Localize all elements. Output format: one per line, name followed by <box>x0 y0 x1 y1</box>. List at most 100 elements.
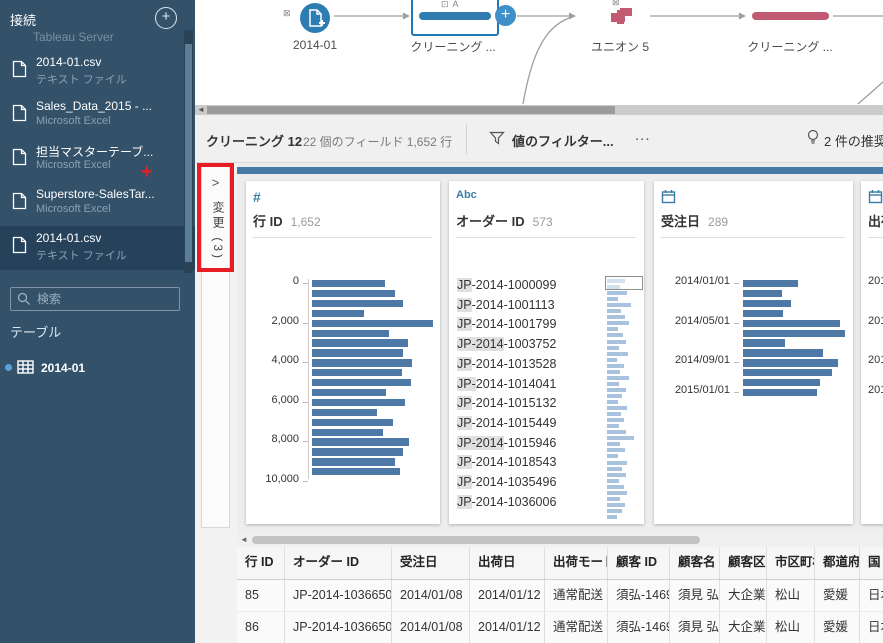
filter-values-button[interactable]: 値のフィルター... <box>512 131 614 150</box>
field-card-order-date[interactable]: 受注日 289 2014/01/01 2014/05/01 2014/09/01 201… <box>654 181 853 524</box>
mini-histogram-bar[interactable] <box>607 309 621 314</box>
connection-item[interactable]: 2014-01.csv テキスト ファイル <box>0 50 195 94</box>
mini-histogram-bar[interactable] <box>607 375 629 380</box>
add-step-button[interactable]: + <box>495 5 516 26</box>
more-options-button[interactable]: ... <box>635 127 651 144</box>
grid-header-cell[interactable]: 行 ID <box>237 547 285 579</box>
histogram-bar[interactable] <box>743 289 782 298</box>
grid-header-cell[interactable]: 国 <box>860 547 883 579</box>
union-step-icon[interactable] <box>611 6 635 26</box>
mini-histogram-bar[interactable] <box>607 508 622 513</box>
mini-histogram-bar[interactable] <box>607 442 620 447</box>
histogram-bar[interactable] <box>743 359 838 367</box>
histogram-bar[interactable] <box>743 299 791 308</box>
field-value[interactable]: JP-2014-1015449 <box>457 415 556 434</box>
field-value[interactable]: JP-2014-1015132 <box>457 396 556 414</box>
flow-node-label[interactable]: ユニオン 5 <box>580 38 660 55</box>
mini-histogram-bar[interactable] <box>607 496 620 501</box>
histogram-bar[interactable] <box>312 359 412 367</box>
mini-histogram-bar[interactable] <box>607 430 626 435</box>
histogram-bar[interactable] <box>743 349 823 357</box>
mini-histogram-bar[interactable] <box>607 363 624 368</box>
mini-histogram-bar[interactable] <box>607 333 623 338</box>
mini-histogram-bar[interactable] <box>607 412 621 417</box>
lightbulb-icon[interactable] <box>805 128 821 146</box>
histogram-bar[interactable] <box>312 369 402 377</box>
mini-histogram-bar[interactable] <box>607 472 626 477</box>
histogram-bar[interactable] <box>312 280 385 288</box>
mini-histogram-bar[interactable] <box>607 448 625 453</box>
mini-histogram-bar[interactable] <box>607 484 624 489</box>
mini-histogram-bar[interactable] <box>607 424 619 429</box>
grid-header-cell[interactable]: 市区町村 <box>767 547 815 579</box>
mini-histogram-bar[interactable] <box>607 387 626 392</box>
field-value[interactable]: JP-2014-1015946 <box>457 435 556 454</box>
mini-histogram-bar[interactable] <box>607 357 617 362</box>
mini-histogram-bar[interactable] <box>607 460 627 465</box>
filter-funnel-icon[interactable] <box>489 130 505 146</box>
histogram-bar[interactable] <box>743 319 840 327</box>
mini-histogram-bar[interactable] <box>607 321 629 326</box>
scroll-left-arrow-icon[interactable]: ◄ <box>197 105 205 115</box>
mini-histogram-bar[interactable] <box>607 478 619 483</box>
mini-histogram-bar[interactable] <box>607 291 627 296</box>
histogram-bar[interactable] <box>312 438 409 446</box>
mini-histogram-bar[interactable] <box>607 466 622 471</box>
field-value[interactable]: JP-2014-1014041 <box>457 376 556 395</box>
mini-histogram-bar[interactable] <box>607 514 617 519</box>
histogram-bar[interactable] <box>312 349 403 357</box>
histogram-bar[interactable] <box>312 408 377 417</box>
connection-item[interactable]: Superstore-SalesTar... Microsoft Excel <box>0 182 195 226</box>
histogram-bar[interactable] <box>743 309 783 318</box>
calendar-icon[interactable] <box>661 189 676 204</box>
flow-node-label[interactable]: クリーニング ... <box>408 38 498 55</box>
grid-header-cell[interactable]: 顧客名 <box>670 547 720 579</box>
mini-histogram-bar[interactable] <box>607 418 624 423</box>
recommendations-button[interactable]: 2 件の推奨 <box>824 131 883 150</box>
histogram-bar[interactable] <box>312 299 403 308</box>
mini-histogram-bar[interactable] <box>607 454 618 459</box>
field-value[interactable]: JP-2014-1003752 <box>457 337 556 355</box>
clean-step-selected[interactable]: ⊡A <box>411 0 499 36</box>
histogram-bar[interactable] <box>743 369 832 377</box>
histogram-bar[interactable] <box>312 468 400 476</box>
mini-histogram-bar[interactable] <box>607 369 620 374</box>
histogram-bar[interactable] <box>312 398 405 407</box>
changes-panel-collapsed[interactable]: > 変更 (3) <box>201 166 230 528</box>
scroll-left-arrow-icon[interactable]: ◄ <box>240 535 248 544</box>
input-step-icon[interactable] <box>300 3 330 33</box>
grid-header-cell[interactable]: 都道府県 <box>815 547 860 579</box>
histogram-bar[interactable] <box>312 289 395 298</box>
histogram-bar[interactable] <box>312 428 383 436</box>
connection-item[interactable]: Sales_Data_2015 - ... Microsoft Excel <box>0 94 195 138</box>
expand-chevron-icon[interactable]: > <box>202 175 229 190</box>
grid-header-cell[interactable]: 受注日 <box>392 547 470 579</box>
add-connection-button[interactable]: + <box>155 7 177 29</box>
flow-horizontal-scrollbar[interactable]: ◄ <box>195 105 883 115</box>
histogram-bar[interactable] <box>743 329 845 337</box>
grid-header-cell[interactable]: 顧客区分 <box>720 547 767 579</box>
field-card-row-id[interactable]: # 行 ID 1,652 0 2,000 4,000 6,000 8,000 10,000 <box>246 181 440 524</box>
field-value[interactable]: JP-2014-1000099 <box>457 278 556 296</box>
histogram-bar[interactable] <box>312 458 395 466</box>
flow-node-label[interactable]: クリーニング ... <box>745 38 835 55</box>
flow-node-label[interactable]: 2014-01 <box>275 38 355 52</box>
mini-histogram-bar[interactable] <box>607 502 625 507</box>
grid-header-cell[interactable]: 顧客 ID <box>608 547 670 579</box>
mini-histogram-bar[interactable] <box>607 315 625 320</box>
sidebar-scrollbar-thumb[interactable] <box>185 44 192 262</box>
histogram-bar[interactable] <box>312 339 408 347</box>
mini-histogram-bar[interactable] <box>607 393 622 398</box>
histogram-bar[interactable] <box>312 379 411 387</box>
mini-histogram-bar[interactable] <box>607 351 628 356</box>
flow-scrollbar-thumb[interactable] <box>207 106 615 114</box>
mini-histogram-bar[interactable] <box>607 297 618 302</box>
mini-histogram-bar[interactable] <box>607 339 626 344</box>
grid-header-cell[interactable]: 出荷日 <box>470 547 545 579</box>
calendar-icon[interactable] <box>868 189 883 204</box>
histogram-bar[interactable] <box>312 448 403 456</box>
flow-pane[interactable]: ⊠ 2014-01 ⊡A クリーニング ... + ⊠ ユニオン 5 クリーニン… <box>195 0 883 105</box>
mini-histogram-bar[interactable] <box>607 303 631 308</box>
histogram-bar[interactable] <box>312 418 393 426</box>
profile-horizontal-scrollbar[interactable]: ◄ <box>237 533 883 547</box>
